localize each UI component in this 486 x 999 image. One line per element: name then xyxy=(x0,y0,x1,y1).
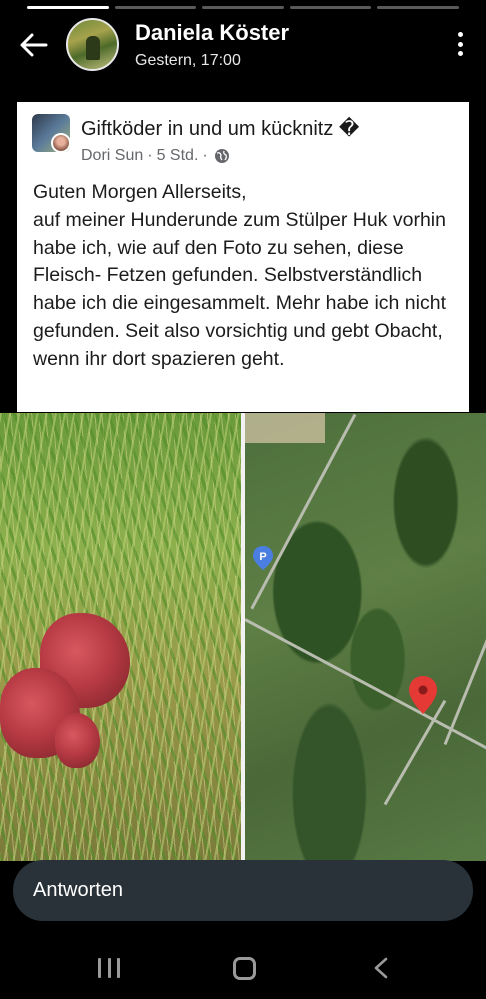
progress-segment xyxy=(202,6,284,9)
meta-separator: · xyxy=(202,147,208,164)
post-meta: Dori Sun · 5 Std. · xyxy=(81,147,230,165)
author-avatar[interactable] xyxy=(66,18,119,71)
shared-post-card[interactable]: Giftköder in und um kücknitz � Dori Sun … xyxy=(17,102,469,412)
progress-segment xyxy=(114,6,197,9)
svg-text:P: P xyxy=(259,551,266,563)
globe-icon xyxy=(214,149,229,163)
home-icon[interactable] xyxy=(233,957,256,980)
parking-marker[interactable]: P xyxy=(253,546,273,570)
progress-segment xyxy=(289,6,372,9)
more-vertical-icon[interactable] xyxy=(456,32,464,56)
group-name: Giftköder in und um kücknitz � xyxy=(81,118,360,140)
post-photos[interactable]: P xyxy=(0,413,486,861)
group-avatar xyxy=(32,114,70,152)
satellite-map-photo[interactable]: P xyxy=(245,413,486,861)
reply-input[interactable]: Antworten xyxy=(13,860,473,921)
progress-segment xyxy=(377,6,459,9)
progress-segment xyxy=(27,6,109,9)
recent-apps-icon[interactable] xyxy=(98,958,120,978)
post-text: Guten Morgen Allerseits, auf meiner Hund… xyxy=(33,181,446,370)
android-navbar xyxy=(0,930,486,999)
back-icon[interactable] xyxy=(372,957,390,979)
story-timestamp: Gestern, 17:00 xyxy=(135,52,241,69)
post-time: 5 Std. xyxy=(156,147,199,164)
poster-name: Dori Sun xyxy=(81,147,144,164)
author-name[interactable]: Daniela Köster xyxy=(135,20,289,46)
meta-separator: · xyxy=(147,147,153,164)
red-location-pin-icon[interactable] xyxy=(409,676,437,714)
arrow-left-icon[interactable] xyxy=(18,32,48,58)
story-progress xyxy=(27,6,459,9)
story-header: Daniela Köster Gestern, 17:00 xyxy=(0,14,486,94)
grass-with-meat-photo[interactable] xyxy=(0,413,241,861)
